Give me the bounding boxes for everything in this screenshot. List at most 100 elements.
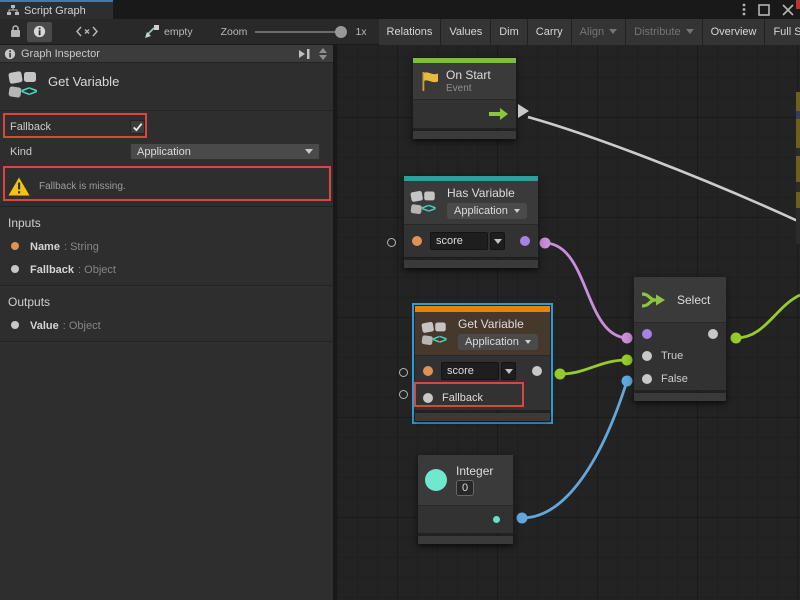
unit-title: Get Variable <box>48 74 119 89</box>
node-title: Integer <box>456 464 493 478</box>
warning-box: Fallback is missing. <box>0 167 333 207</box>
tab-script-graph[interactable]: Script Graph <box>0 0 113 19</box>
zoom-slider[interactable] <box>255 25 345 39</box>
empty-port-ring <box>399 390 408 399</box>
maximize-icon[interactable] <box>758 4 770 16</box>
flow-arrow-port[interactable] <box>489 108 508 120</box>
dim-button[interactable]: Dim <box>491 19 528 45</box>
port-dot-gray <box>11 321 19 329</box>
select-icon <box>641 290 669 310</box>
variable-name-field[interactable]: score <box>430 232 488 250</box>
chevron-down-icon <box>525 340 531 344</box>
variable-name-dropdown[interactable] <box>501 362 516 380</box>
wire-getvariable-select <box>560 360 627 374</box>
node-footer <box>415 413 550 421</box>
node-title: Has Variable <box>447 186 527 200</box>
inputs-title: Inputs <box>0 207 333 234</box>
chevron-up-icon[interactable] <box>319 48 327 53</box>
node-select[interactable]: Select True False <box>634 277 726 401</box>
port-name: Fallback <box>30 264 74 276</box>
value-output-port[interactable] <box>532 366 542 376</box>
node-footer <box>634 393 726 401</box>
chevron-down-icon <box>514 209 520 213</box>
relations-button[interactable]: Relations <box>379 19 442 45</box>
result-output-port[interactable] <box>520 236 530 246</box>
graph-reference[interactable]: empty <box>144 25 193 39</box>
menu-icon[interactable] <box>742 3 746 16</box>
node-get-variable-selection: <> Get Variable Application score <box>412 303 553 424</box>
warning-icon <box>8 177 30 196</box>
true-input-port[interactable] <box>642 351 652 361</box>
graph-icon <box>7 5 19 16</box>
zoom-value: 1x <box>355 26 366 38</box>
port-type: : String <box>64 241 99 253</box>
name-input-port[interactable] <box>412 236 422 246</box>
kind-option-row: Kind Application <box>0 140 333 163</box>
integer-output-port[interactable] <box>493 516 500 523</box>
port-type: : Object <box>78 264 116 276</box>
variable-icon: <> <box>411 189 437 215</box>
variable-name-field[interactable]: score <box>441 362 499 380</box>
info-icon <box>33 25 46 38</box>
port-type: : Object <box>63 320 101 332</box>
node-on-start[interactable]: On Start Event <box>413 58 516 139</box>
connections-toggle-button[interactable] <box>70 22 104 42</box>
dock-icon[interactable] <box>297 48 311 60</box>
overview-button[interactable]: Overview <box>703 19 766 45</box>
empty-port-ring <box>387 238 396 247</box>
carry-button[interactable]: Carry <box>528 19 572 45</box>
fallback-option-row: Fallback <box>0 114 333 140</box>
variable-kind-dropdown[interactable]: Application <box>458 334 538 350</box>
corner-mark <box>796 0 800 9</box>
section-divider <box>0 341 333 342</box>
graph-inspector-panel: Graph Inspector <> Get Variable Fallback <box>0 45 335 600</box>
lock-icon <box>10 25 21 38</box>
false-port-label: False <box>661 373 688 385</box>
align-button: Align <box>572 19 626 45</box>
node-footer <box>404 260 538 268</box>
node-subtitle: Event <box>446 83 491 94</box>
node-integer[interactable]: Integer 0 <box>418 455 513 544</box>
name-input-port[interactable] <box>423 366 433 376</box>
node-footer <box>413 131 516 139</box>
chevron-down-icon <box>609 29 617 34</box>
kind-dropdown[interactable]: Application <box>130 143 320 160</box>
outputs-title: Outputs <box>0 286 333 313</box>
values-button[interactable]: Values <box>441 19 491 45</box>
lock-button[interactable] <box>4 22 27 42</box>
full-screen-button[interactable]: Full Screen <box>765 19 800 45</box>
angle-brackets-icon <box>76 26 98 37</box>
script-graph-window: Script Graph <box>0 0 800 600</box>
info-icon <box>4 48 16 60</box>
fallback-label: Fallback <box>10 121 51 133</box>
inspector-header: Graph Inspector <box>0 45 333 63</box>
node-footer <box>418 536 513 544</box>
wire-onstart <box>528 117 800 222</box>
distribute-button: Distribute <box>626 19 702 45</box>
zoom-slider-handle[interactable] <box>335 26 347 38</box>
zoom-slider-track <box>255 31 345 33</box>
flow-connection-arrow <box>518 104 529 118</box>
condition-input-port[interactable] <box>642 329 652 339</box>
variable-icon: <> <box>9 70 45 104</box>
false-input-port[interactable] <box>642 374 652 384</box>
close-icon[interactable] <box>782 4 794 16</box>
variable-kind-dropdown[interactable]: Application <box>447 203 527 219</box>
chevron-down-icon <box>686 29 694 34</box>
node-has-variable[interactable]: <> Has Variable Application score <box>404 176 538 268</box>
check-icon <box>132 122 143 132</box>
fallback-port-label: Fallback <box>442 392 483 404</box>
selection-output-port[interactable] <box>708 329 718 339</box>
node-get-variable[interactable]: <> Get Variable Application score <box>415 306 550 421</box>
chevron-down-icon[interactable] <box>319 55 327 60</box>
node-title: On Start <box>446 68 491 82</box>
kind-label: Kind <box>10 146 32 158</box>
integer-value-field[interactable]: 0 <box>456 480 474 496</box>
panel-scroll-spinner[interactable] <box>319 48 327 60</box>
fallback-input-port[interactable] <box>423 393 433 403</box>
fallback-checkbox[interactable] <box>130 120 145 134</box>
inspector-toggle-button[interactable] <box>27 22 52 42</box>
port-name: Name <box>30 241 60 253</box>
variable-name-dropdown[interactable] <box>490 232 505 250</box>
graph-canvas[interactable]: On Start Event <> Ha <box>337 45 800 600</box>
